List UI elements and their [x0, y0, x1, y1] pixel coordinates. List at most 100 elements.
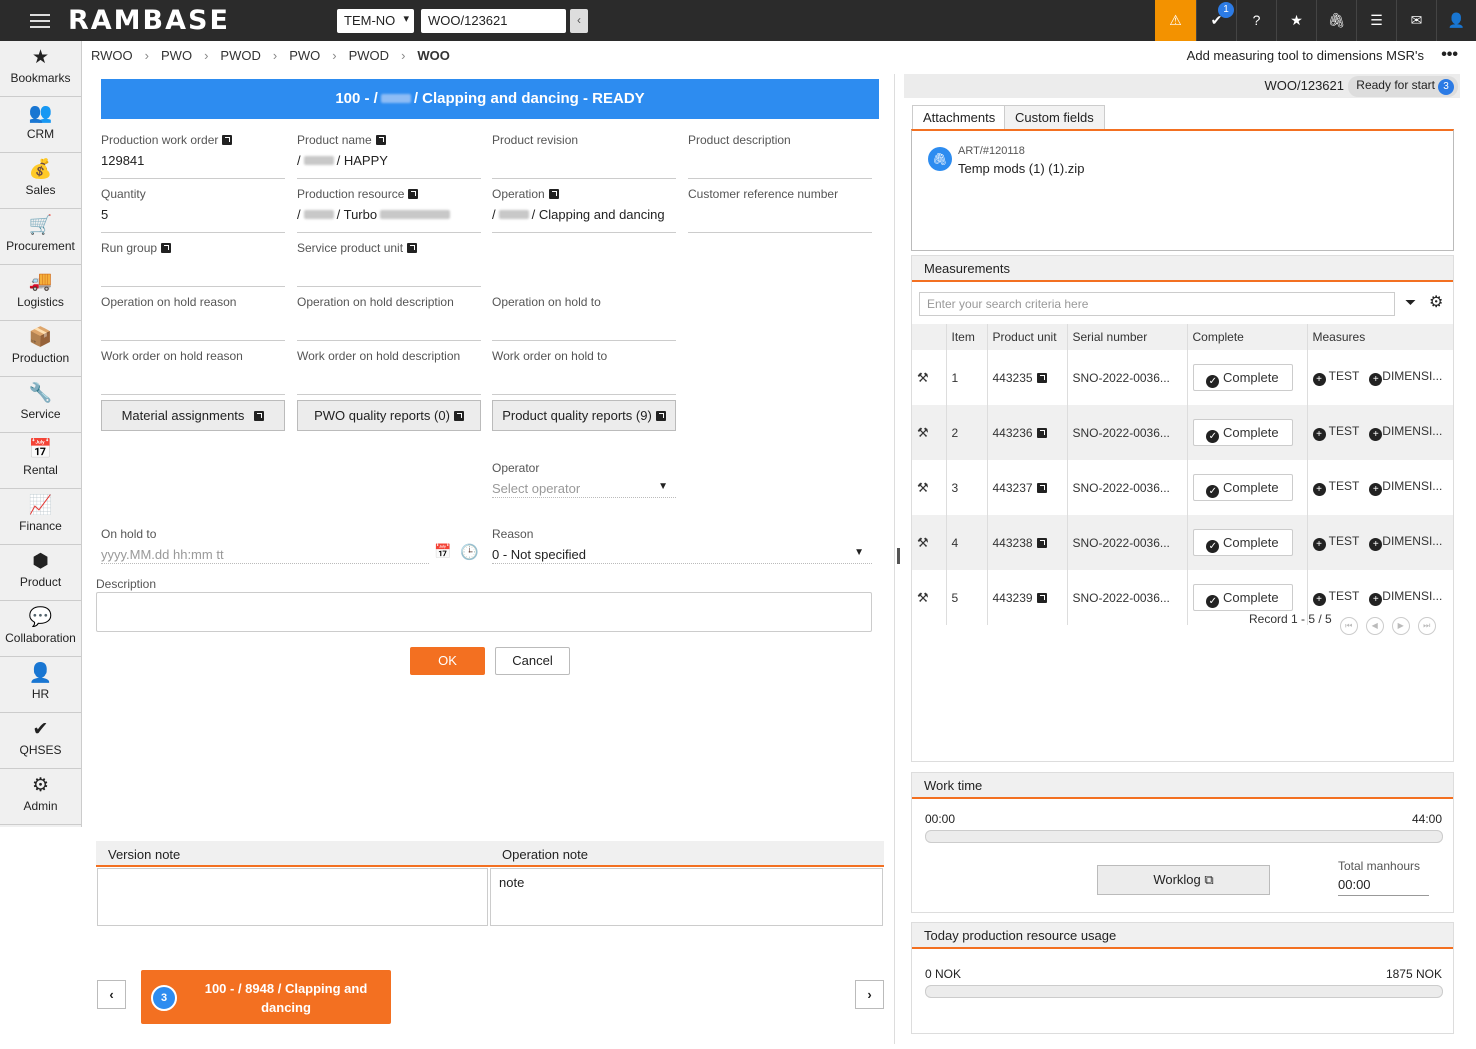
open-link-icon[interactable]	[161, 243, 172, 253]
measure-dimension[interactable]: + DIMENSI...	[1369, 369, 1442, 386]
product-unit-value[interactable]: 443235	[993, 371, 1033, 385]
measure-test[interactable]: + TEST	[1312, 369, 1359, 386]
measure-test[interactable]: + TEST	[1312, 589, 1359, 606]
cancel-button[interactable]: Cancel	[495, 647, 570, 675]
splitter-handle-icon[interactable]	[897, 548, 900, 564]
task-check-icon[interactable]: ✔ 1	[1196, 0, 1236, 41]
measure-test[interactable]: + TEST	[1312, 479, 1359, 496]
open-link-icon[interactable]	[548, 189, 559, 199]
tools-icon[interactable]: ⚒	[917, 480, 929, 495]
tools-cell[interactable]: ⚒	[912, 570, 947, 625]
sidebar-item-service[interactable]: 🔧 Service	[0, 377, 81, 433]
sidebar-item-qhses[interactable]: ✔ QHSES	[0, 713, 81, 769]
open-link-icon[interactable]	[1036, 427, 1047, 438]
product-unit-cell[interactable]: 443235	[987, 350, 1068, 405]
last-page-icon[interactable]: ⏭	[1417, 617, 1436, 635]
complete-button[interactable]: ✓ Complete	[1192, 419, 1293, 446]
search-input[interactable]: Enter your search criteria here	[919, 292, 1395, 316]
next-page-icon[interactable]: ▶	[1391, 617, 1410, 635]
version-note-textarea[interactable]	[97, 868, 488, 926]
hamburger-icon[interactable]	[30, 10, 50, 30]
tab-attachments[interactable]: Attachments	[912, 105, 1007, 130]
help-icon[interactable]: ?	[1236, 0, 1276, 41]
sidebar-item-bookmarks[interactable]: ★ Bookmarks	[0, 41, 81, 97]
tools-cell[interactable]: ⚒	[912, 460, 947, 515]
open-link-icon[interactable]	[375, 135, 386, 145]
measure-dimension[interactable]: + DIMENSI...	[1369, 424, 1442, 441]
tools-cell[interactable]: ⚒	[912, 405, 947, 460]
breadcrumb-item[interactable]: PWOD	[220, 48, 260, 63]
sidebar-item-procurement[interactable]: 🛒 Procurement	[0, 209, 81, 265]
sidebar-item-collaboration[interactable]: 💬 Collaboration	[0, 601, 81, 657]
product-unit-value[interactable]: 443239	[993, 591, 1033, 605]
chevron-left-icon[interactable]: ‹	[570, 9, 588, 33]
open-link-icon[interactable]	[1036, 537, 1047, 548]
task-link[interactable]: Add measuring tool to dimensions MSR's	[1187, 48, 1424, 63]
open-link-icon[interactable]	[222, 135, 233, 145]
first-page-icon[interactable]: ⏮	[1339, 617, 1358, 635]
status-badge[interactable]: Ready for start 3	[1348, 76, 1458, 97]
mail-icon[interactable]: ✉	[1396, 0, 1436, 41]
measure-test[interactable]: + TEST	[1312, 424, 1359, 441]
complete-button[interactable]: ✓ Complete	[1192, 529, 1293, 556]
sidebar-item-product[interactable]: ⬢ Product	[0, 545, 81, 601]
tools-cell[interactable]: ⚒	[912, 350, 947, 405]
attachment-name[interactable]: Temp mods (1) (1).zip	[958, 161, 1084, 176]
pwo-quality-reports-button[interactable]: PWO quality reports (0)	[297, 400, 481, 431]
operator-select[interactable]: Operator Select operator ▼	[492, 461, 676, 498]
product-unit-cell[interactable]: 443239	[987, 570, 1068, 625]
sidebar-item-rental[interactable]: 📅 Rental	[0, 433, 81, 489]
product-quality-reports-button[interactable]: Product quality reports (9)	[492, 400, 676, 431]
next-operation-button[interactable]: ›	[855, 980, 884, 1009]
calendar-icon[interactable]: 📅	[434, 543, 451, 560]
open-link-icon[interactable]	[407, 243, 418, 253]
worklog-button[interactable]: Worklog ⧉	[1097, 865, 1270, 895]
open-link-icon[interactable]	[408, 189, 419, 199]
prev-page-icon[interactable]: ◀	[1365, 617, 1384, 635]
sidebar-item-hr[interactable]: 👤 HR	[0, 657, 81, 713]
sidebar-item-finance[interactable]: 📈 Finance	[0, 489, 81, 545]
paperclip-icon[interactable]: 🖇	[1316, 0, 1356, 41]
open-link-icon[interactable]	[1036, 482, 1047, 493]
operation-note-textarea[interactable]: note	[490, 868, 883, 926]
product-unit-value[interactable]: 443237	[993, 481, 1033, 495]
list-icon[interactable]: ☰	[1356, 0, 1396, 41]
operation-card[interactable]: 3 100 - / 8948 / Clapping and dancing	[141, 970, 391, 1024]
filter-icon[interactable]: ⏷	[1405, 294, 1416, 311]
breadcrumb-item[interactable]: RWOO	[91, 48, 133, 63]
material-assignments-button[interactable]: Material assignments	[101, 400, 285, 431]
description-textarea[interactable]	[96, 592, 872, 632]
user-icon[interactable]: 👤	[1436, 0, 1476, 41]
sidebar-item-logistics[interactable]: 🚚 Logistics	[0, 265, 81, 321]
breadcrumb-item[interactable]: PWO	[289, 48, 320, 63]
complete-button[interactable]: ✓ Complete	[1192, 474, 1293, 501]
document-id-input[interactable]: WOO/123621	[421, 9, 566, 33]
more-options-icon[interactable]: •••	[1441, 46, 1458, 64]
measure-dimension[interactable]: + DIMENSI...	[1369, 534, 1442, 551]
tools-icon[interactable]: ⚒	[917, 590, 929, 605]
attachment-ref[interactable]: ART/#120118	[958, 145, 1025, 157]
gear-icon[interactable]: ⚙	[1429, 292, 1443, 312]
tools-icon[interactable]: ⚒	[917, 425, 929, 440]
breadcrumb-item[interactable]: PWO	[161, 48, 192, 63]
ok-button[interactable]: OK	[410, 647, 485, 675]
tools-icon[interactable]: ⚒	[917, 370, 929, 385]
measure-test[interactable]: + TEST	[1312, 534, 1359, 551]
open-link-icon[interactable]	[1036, 372, 1047, 383]
tools-cell[interactable]: ⚒	[912, 515, 947, 570]
on-hold-to-field[interactable]: On hold to yyyy.MM.dd hh:mm tt	[101, 527, 429, 564]
tools-icon[interactable]: ⚒	[917, 535, 929, 550]
product-unit-value[interactable]: 443238	[993, 536, 1033, 550]
open-link-icon[interactable]	[1036, 592, 1047, 603]
sidebar-item-production[interactable]: 📦 Production	[0, 321, 81, 377]
sidebar-item-sales[interactable]: 💰 Sales	[0, 153, 81, 209]
measure-dimension[interactable]: + DIMENSI...	[1369, 589, 1442, 606]
breadcrumb-item[interactable]: PWOD	[349, 48, 389, 63]
star-icon[interactable]: ★	[1276, 0, 1316, 41]
product-unit-cell[interactable]: 443237	[987, 460, 1068, 515]
product-unit-value[interactable]: 443236	[993, 426, 1033, 440]
sidebar-item-admin[interactable]: ⚙ Admin	[0, 769, 81, 825]
warning-icon[interactable]: ⚠	[1155, 0, 1196, 41]
product-unit-cell[interactable]: 443236	[987, 405, 1068, 460]
tab-custom-fields[interactable]: Custom fields	[1004, 105, 1105, 130]
